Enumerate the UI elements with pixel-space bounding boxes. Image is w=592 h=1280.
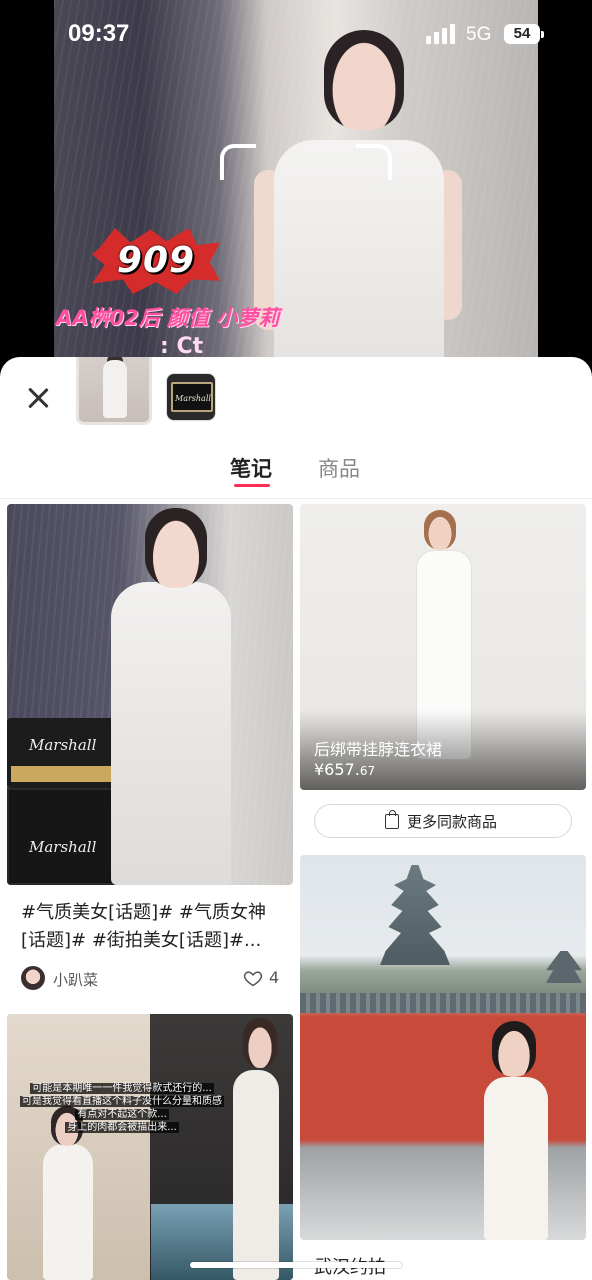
caption-line: 身上的肉都会被描出来...: [65, 1122, 179, 1133]
scan-frame-corner[interactable]: [220, 144, 256, 180]
amp-logo-text: Marshall: [29, 838, 97, 856]
battery-icon: 54: [504, 24, 540, 44]
pagoda: [380, 865, 450, 965]
amp-thumb-label: Marshall: [175, 394, 211, 403]
image-caption: 可能是本期唯一一件我觉得款式还行的... 可是我觉得看直播这个料子没什么分量和质…: [7, 1082, 237, 1134]
thumb-figure-dress: [103, 360, 127, 418]
note-card[interactable]: 武汉约拍: [300, 855, 586, 1280]
caption-line: 可是我觉得看直播这个料子没什么分量和质感: [20, 1096, 224, 1107]
more-similar-products-button[interactable]: 更多同款商品: [314, 804, 572, 838]
product-image: 后绑带挂脖连衣裙 ¥657.67: [300, 504, 586, 790]
person-dress: [111, 582, 231, 885]
result-tabs: 笔记 商品: [0, 453, 592, 493]
like-count: 4: [269, 968, 280, 987]
amp-logo-text: Marshall: [29, 736, 97, 754]
divider: [0, 498, 592, 499]
wall-roof: [300, 993, 586, 1013]
status-time: 09:37: [68, 20, 130, 47]
photo-overlay-text-2: : Ct: [160, 334, 204, 359]
detected-item-thumbnail[interactable]: Marshall: [166, 373, 216, 421]
scan-frame-corner[interactable]: [356, 144, 392, 180]
tab-notes[interactable]: 笔记: [230, 453, 272, 483]
note-cover-image: 可能是本期唯一一件我觉得款式还行的... 可是我觉得看直播这个料子没什么分量和质…: [7, 1014, 293, 1280]
home-indicator[interactable]: [190, 1262, 402, 1268]
avatar[interactable]: [21, 966, 45, 990]
heart-icon[interactable]: [243, 968, 263, 988]
person-dress: [233, 1070, 279, 1280]
pagoda-small: [546, 951, 582, 983]
note-card[interactable]: Marshall Marshall #气质美女[话题]# #气质女神[话题]# …: [7, 504, 293, 1002]
more-similar-products-label: 更多同款商品: [407, 813, 498, 831]
note-title: #气质美女[话题]# #气质女神[话题]# #街拍美女[话题]#...: [21, 902, 267, 951]
person-head: [145, 508, 207, 588]
network-label: 5G: [466, 24, 492, 45]
close-icon[interactable]: [20, 379, 56, 415]
person-dress: [43, 1144, 93, 1280]
tab-goods[interactable]: 商品: [318, 453, 360, 483]
caption-line: 可能是本期唯一一件我觉得款式还行的...: [30, 1083, 214, 1094]
shopping-bag-icon: [385, 810, 399, 829]
person-head: [492, 1021, 536, 1077]
price-main: ¥657.: [314, 760, 360, 779]
person-dress: [484, 1077, 548, 1240]
product-price: ¥657.67: [314, 760, 375, 779]
note-author-row: 小趴菜 4: [21, 966, 283, 992]
status-bar: 09:37 5G 54: [0, 0, 592, 72]
person-head: [243, 1018, 277, 1068]
photo-overlay-text: AA桝02后 颜值 小萝莉: [56, 306, 280, 330]
note-cover-image: Marshall Marshall: [7, 504, 293, 885]
caption-line: 有点对不起这个款...: [75, 1109, 169, 1120]
model-head: [424, 510, 456, 550]
active-tab-indicator: [234, 484, 270, 487]
battery-tip: [541, 31, 544, 38]
note-cover-image: [300, 855, 586, 1240]
price-decimal: 67: [359, 764, 376, 778]
note-card[interactable]: 可能是本期唯一一件我觉得款式还行的... 可是我觉得看直播这个料子没什么分量和质…: [7, 1014, 293, 1280]
badge-number: 909: [116, 240, 196, 281]
product-card[interactable]: 后绑带挂脖连衣裙 ¥657.67 更多同款商品: [300, 504, 586, 849]
detected-item-thumbnail-selected[interactable]: [76, 357, 152, 425]
product-name: 后绑带挂脖连衣裙: [314, 740, 443, 759]
author-name[interactable]: 小趴菜: [53, 969, 98, 990]
signal-icon: [426, 24, 458, 44]
